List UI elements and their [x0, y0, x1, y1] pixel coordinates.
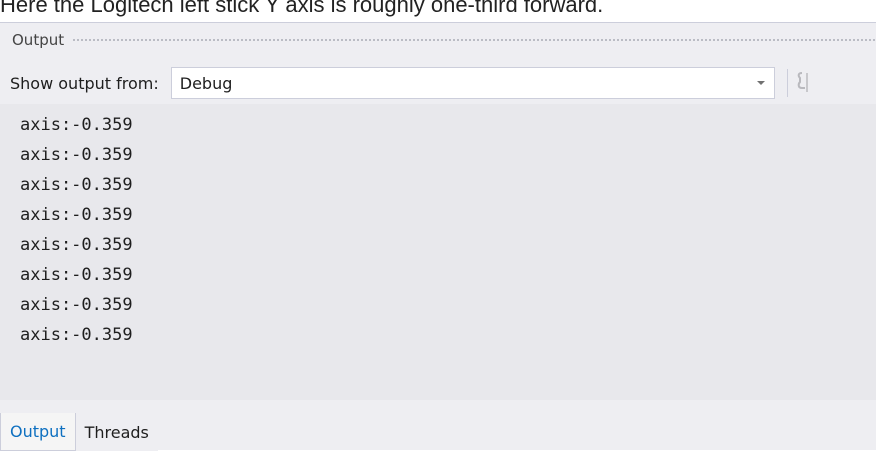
- output-line: axis:-0.359: [20, 235, 133, 255]
- show-output-label: Show output from:: [10, 73, 159, 93]
- chevron-down-icon[interactable]: [748, 68, 774, 98]
- output-line: axis:-0.359: [20, 115, 133, 135]
- output-line: axis:-0.359: [20, 205, 133, 225]
- find-message-icon[interactable]: [794, 70, 808, 96]
- panel-title: Output: [12, 31, 65, 49]
- drag-grip[interactable]: [72, 37, 876, 43]
- page-caption: Here the Logitech left stick Y axis is r…: [0, 0, 604, 17]
- output-window: Output Show output from: Debug axis:-0.3…: [0, 22, 876, 451]
- panel-title-bar[interactable]: Output: [0, 23, 876, 57]
- bottom-tab-strip: Output Threads: [0, 409, 876, 451]
- output-line: axis:-0.359: [20, 295, 133, 315]
- output-text-area[interactable]: axis:-0.359 axis:-0.359 axis:-0.359 axis…: [0, 104, 876, 400]
- output-line: axis:-0.359: [20, 175, 133, 195]
- output-line: axis:-0.359: [20, 145, 133, 165]
- tab-output[interactable]: Output: [0, 413, 76, 451]
- toolbar-divider: [786, 69, 788, 97]
- output-source-select[interactable]: Debug: [170, 67, 775, 99]
- output-lines: axis:-0.359 axis:-0.359 axis:-0.359 axis…: [20, 110, 133, 350]
- output-toolbar: Show output from: Debug: [0, 65, 876, 101]
- tab-threads[interactable]: Threads: [75, 413, 158, 451]
- output-source-value: Debug: [179, 73, 233, 93]
- output-line: axis:-0.359: [20, 265, 133, 285]
- output-line: axis:-0.359: [20, 325, 133, 345]
